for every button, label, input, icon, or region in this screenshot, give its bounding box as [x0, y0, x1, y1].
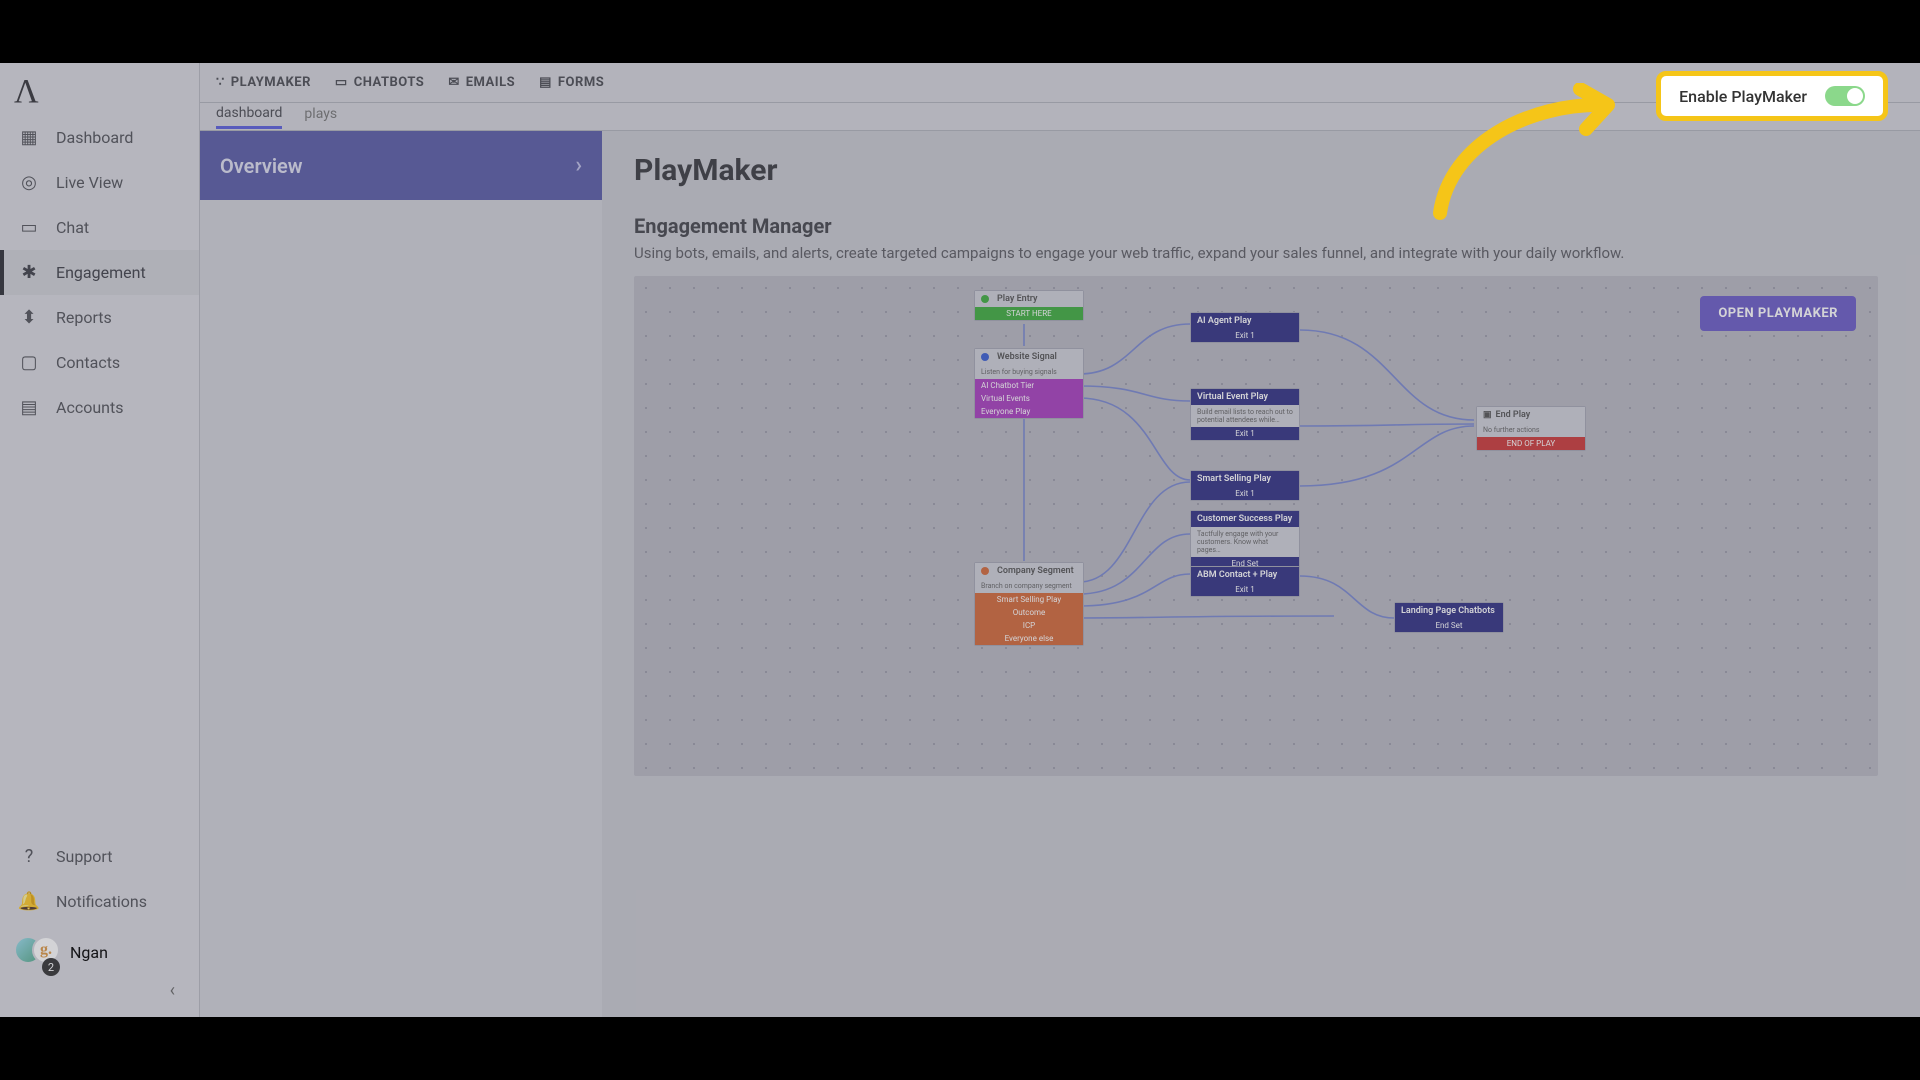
node-smart-selling: Smart Selling Play Exit 1 [1190, 470, 1300, 501]
node-play-entry: Play Entry START HERE [974, 290, 1084, 321]
sidebar-item-label: Live View [56, 173, 123, 192]
flow-preview: OPEN PLAYMAKER [634, 276, 1878, 776]
sidebar-item-label: Contacts [56, 353, 120, 372]
collapse-sidebar-button[interactable]: ‹ [0, 980, 199, 1007]
sidebar-item-label: Notifications [56, 892, 147, 911]
chatbot-icon: ▭ [335, 75, 348, 90]
tab-emails[interactable]: ✉EMAILS [448, 75, 515, 90]
contacts-icon: ▢ [18, 352, 40, 373]
overview-header[interactable]: Overview › [200, 131, 602, 200]
user-name: Ngan [70, 943, 108, 962]
sidebar-item-accounts[interactable]: ▤ Accounts [0, 385, 199, 430]
node-website-signal: Website Signal Listen for buying signals… [974, 348, 1084, 419]
node-end-play: ▣ End Play No further actions END OF PLA… [1476, 406, 1586, 451]
sidebar-item-label: Chat [56, 218, 89, 237]
sidebar-item-dashboard[interactable]: ▦ Dashboard [0, 115, 199, 160]
node-ai-agent: AI Agent Play Exit 1 [1190, 312, 1300, 343]
node-landing: Landing Page Chatbots End Set [1394, 602, 1504, 633]
dashboard-icon: ▦ [18, 127, 40, 148]
tab-playmaker[interactable]: ∵PLAYMAKER [216, 75, 311, 90]
callout-label: Enable PlayMaker [1679, 87, 1807, 106]
sidebar-item-label: Reports [56, 308, 112, 327]
sidebar-item-support[interactable]: ? Support [0, 834, 199, 879]
user-row[interactable]: g. 2 Ngan [0, 924, 199, 980]
tab-chatbots[interactable]: ▭CHATBOTS [335, 75, 424, 90]
sidebar-item-label: Support [56, 847, 112, 866]
sidebar-item-contacts[interactable]: ▢ Contacts [0, 340, 199, 385]
avatar-stack: g. 2 [14, 934, 58, 970]
tab-forms[interactable]: ▤FORMS [539, 75, 604, 90]
node-virtual-event: Virtual Event Play Build email lists to … [1190, 388, 1300, 441]
sidebar-item-label: Engagement [56, 263, 146, 282]
section-desc: Using bots, emails, and alerts, create t… [634, 244, 1888, 262]
sidebar-item-chat[interactable]: ▭ Chat [0, 205, 199, 250]
form-icon: ▤ [539, 75, 552, 90]
node-customer-success: Customer Success Play Tactfully engage w… [1190, 510, 1300, 571]
flow-icon: ∵ [216, 75, 225, 90]
engagement-icon: ✱ [18, 262, 40, 283]
subtab-plays[interactable]: plays [304, 106, 337, 127]
sidebar: Λ ▦ Dashboard ◎ Live View ▭ Chat ✱ Engag… [0, 63, 200, 1017]
reports-icon: ⬍ [18, 307, 40, 328]
enable-playmaker-toggle[interactable] [1825, 86, 1865, 106]
accounts-icon: ▤ [18, 397, 40, 418]
sidebar-item-engagement[interactable]: ✱ Engagement [0, 250, 199, 295]
sidebar-item-label: Accounts [56, 398, 123, 417]
main-area: ∵PLAYMAKER ▭CHATBOTS ✉EMAILS ▤FORMS dash… [200, 63, 1920, 1017]
notification-badge: 2 [42, 958, 60, 976]
sidebar-item-liveview[interactable]: ◎ Live View [0, 160, 199, 205]
logo-row[interactable]: Λ [0, 63, 199, 115]
open-playmaker-button[interactable]: OPEN PLAYMAKER [1700, 296, 1856, 331]
enable-playmaker-callout: Enable PlayMaker [1656, 71, 1888, 121]
bell-icon: 🔔 [18, 891, 40, 912]
node-company-segment: Company Segment Branch on company segmen… [974, 562, 1084, 646]
overview-label: Overview [220, 154, 303, 178]
page-title: PlayMaker [634, 153, 1888, 188]
chevron-right-icon: › [575, 153, 582, 178]
sidebar-item-notifications[interactable]: 🔔 Notifications [0, 879, 199, 924]
section-title: Engagement Manager [634, 214, 1888, 238]
email-icon: ✉ [448, 75, 459, 90]
liveview-icon: ◎ [18, 172, 40, 193]
sidebar-item-reports[interactable]: ⬍ Reports [0, 295, 199, 340]
page-body: PlayMaker Engagement Manager Using bots,… [602, 131, 1920, 1017]
sidebar-item-label: Dashboard [56, 128, 133, 147]
chat-icon: ▭ [18, 217, 40, 238]
subtab-dashboard[interactable]: dashboard [216, 105, 282, 129]
overview-column: Overview › [200, 131, 602, 1017]
help-icon: ? [18, 846, 40, 867]
node-abm: ABM Contact + Play Exit 1 [1190, 566, 1300, 597]
brand-logo-icon: Λ [14, 73, 39, 111]
